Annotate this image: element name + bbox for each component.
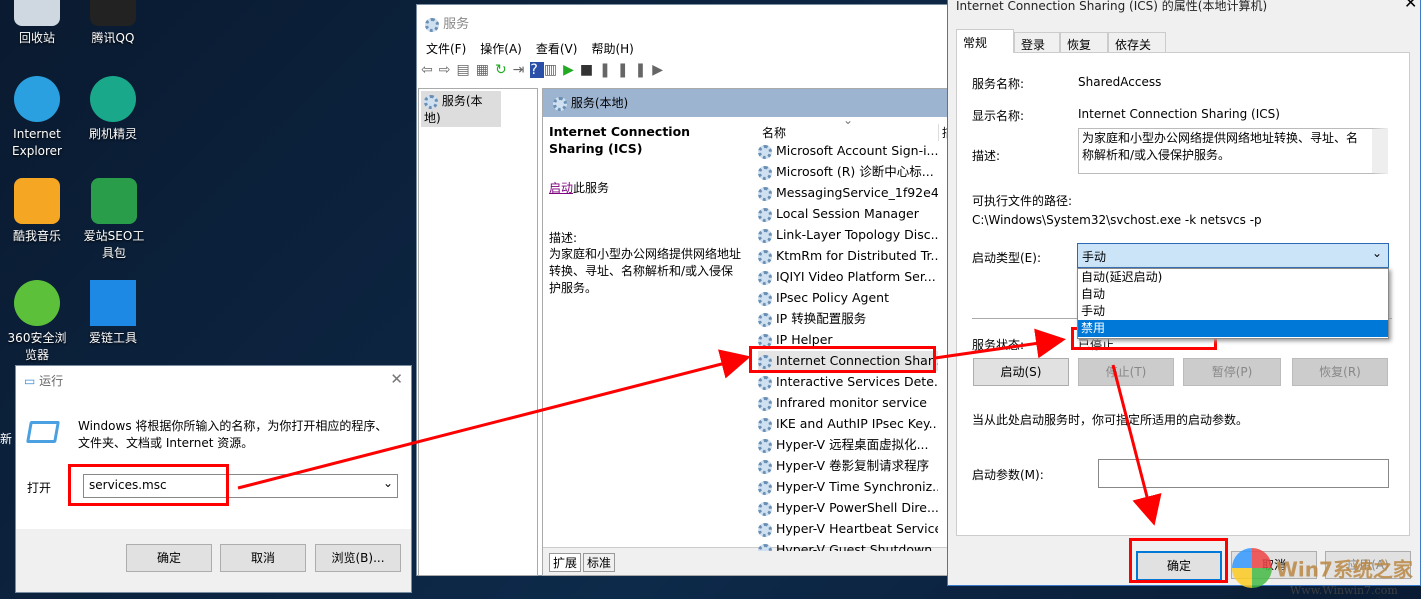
watermark-brand: Win7系统之家 [1276,558,1413,582]
arrow-1 [238,358,745,488]
windows-logo-icon [1232,548,1272,588]
annotation-arrows [0,0,1421,599]
arrow-3 [1113,365,1153,520]
arrow-2 [935,340,1060,358]
watermark: Win7系统之家 Www.Winwin7.com [1232,548,1413,588]
watermark-url: Www.Winwin7.com [1290,584,1398,597]
